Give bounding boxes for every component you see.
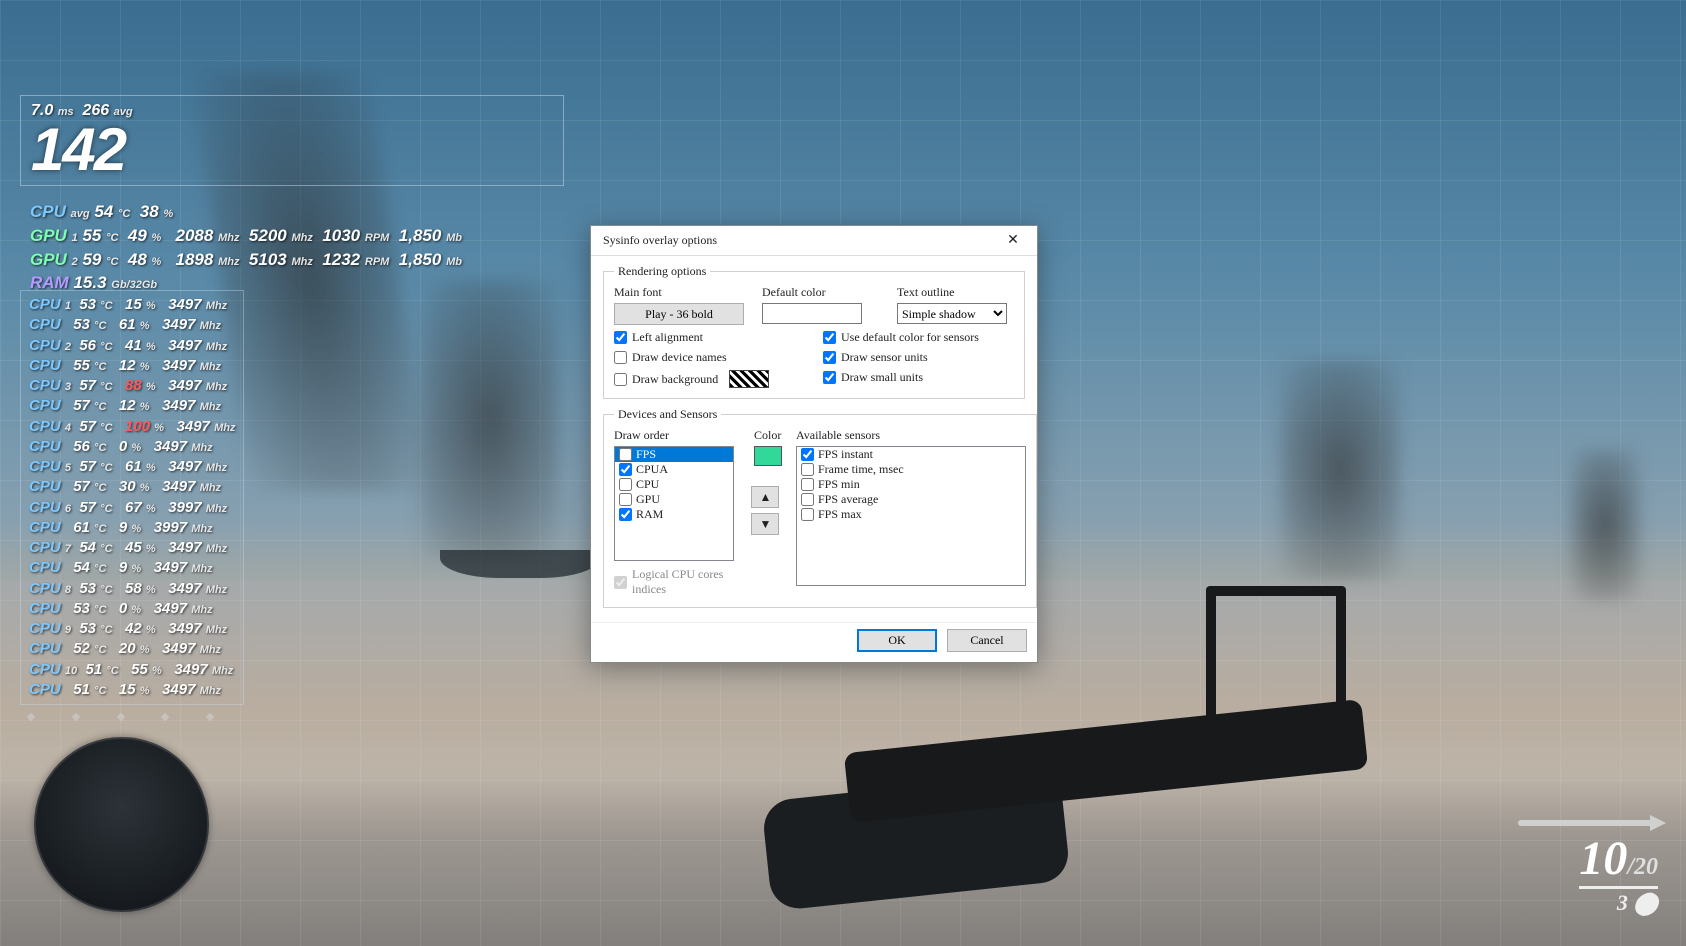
available-sensor-checkbox[interactable] bbox=[801, 478, 814, 491]
devices-legend: Devices and Sensors bbox=[614, 407, 721, 422]
draw-order-item-checkbox[interactable] bbox=[619, 493, 632, 506]
default-color-label: Default color bbox=[762, 285, 879, 300]
draw-order-item-checkbox[interactable] bbox=[619, 448, 632, 461]
draw-order-item[interactable]: GPU bbox=[615, 492, 733, 507]
available-sensor-checkbox[interactable] bbox=[801, 508, 814, 521]
compass-strip bbox=[28, 714, 213, 730]
move-down-button[interactable]: ▼ bbox=[751, 513, 779, 535]
rendering-legend: Rendering options bbox=[614, 264, 710, 279]
draw-sensor-units-label: Draw sensor units bbox=[841, 350, 928, 365]
cancel-button[interactable]: Cancel bbox=[947, 629, 1027, 652]
logical-cores-label: Logical CPU cores indices bbox=[632, 567, 739, 597]
available-sensor-label: Frame time, msec bbox=[818, 462, 904, 477]
text-outline-label: Text outline bbox=[897, 285, 1014, 300]
available-sensor-label: FPS average bbox=[818, 492, 878, 507]
draw-order-label: Draw order bbox=[614, 428, 739, 443]
ok-button[interactable]: OK bbox=[857, 629, 937, 652]
draw-order-item-checkbox[interactable] bbox=[619, 478, 632, 491]
draw-order-item-checkbox[interactable] bbox=[619, 508, 632, 521]
available-sensor-item[interactable]: FPS instant bbox=[797, 447, 1025, 462]
main-font-label: Main font bbox=[614, 285, 744, 300]
available-sensor-item[interactable]: FPS max bbox=[797, 507, 1025, 522]
available-sensor-checkbox[interactable] bbox=[801, 463, 814, 476]
left-alignment-checkbox[interactable] bbox=[614, 331, 627, 344]
available-sensors-listbox[interactable]: FPS instantFrame time, msecFPS minFPS av… bbox=[796, 446, 1026, 586]
fps-counter: 142 bbox=[31, 120, 133, 180]
use-default-color-checkbox[interactable] bbox=[823, 331, 836, 344]
color-label: Color bbox=[751, 428, 784, 443]
available-sensor-item[interactable]: FPS average bbox=[797, 492, 1025, 507]
draw-order-item-label: CPUA bbox=[636, 462, 668, 477]
osd-cpu-cores: CPU 1 53 °C 15 % 3497 MhzCPU 53 °C 61 % … bbox=[20, 290, 244, 705]
logical-cores-checkbox bbox=[614, 576, 627, 589]
available-sensor-checkbox[interactable] bbox=[801, 493, 814, 506]
dialog-title: Sysinfo overlay options bbox=[603, 233, 717, 248]
available-sensor-item[interactable]: Frame time, msec bbox=[797, 462, 1025, 477]
left-alignment-label: Left alignment bbox=[632, 330, 703, 345]
draw-order-item-checkbox[interactable] bbox=[619, 463, 632, 476]
melee-icon bbox=[1518, 820, 1658, 826]
draw-order-item-label: CPU bbox=[636, 477, 659, 492]
draw-order-item-label: GPU bbox=[636, 492, 660, 507]
draw-order-item[interactable]: CPUA bbox=[615, 462, 733, 477]
draw-order-item[interactable]: FPS bbox=[615, 447, 733, 462]
available-sensor-label: FPS min bbox=[818, 477, 860, 492]
draw-small-units-checkbox[interactable] bbox=[823, 371, 836, 384]
main-font-button[interactable]: Play - 36 bold bbox=[614, 303, 744, 325]
available-sensor-label: FPS max bbox=[818, 507, 862, 522]
available-sensor-label: FPS instant bbox=[818, 447, 873, 462]
draw-sensor-units-checkbox[interactable] bbox=[823, 351, 836, 364]
text-outline-select[interactable]: Simple shadow bbox=[897, 303, 1007, 324]
draw-background-label: Draw background bbox=[632, 372, 718, 387]
draw-order-item[interactable]: RAM bbox=[615, 507, 733, 522]
draw-order-item-label: FPS bbox=[636, 447, 656, 462]
available-sensor-item[interactable]: FPS min bbox=[797, 477, 1025, 492]
draw-order-item[interactable]: CPU bbox=[615, 477, 733, 492]
available-sensor-checkbox[interactable] bbox=[801, 448, 814, 461]
minimap bbox=[34, 737, 209, 912]
draw-order-item-label: RAM bbox=[636, 507, 663, 522]
draw-small-units-label: Draw small units bbox=[841, 370, 923, 385]
dialog-titlebar[interactable]: Sysinfo overlay options ✕ bbox=[591, 226, 1037, 256]
use-default-color-label: Use default color for sensors bbox=[841, 330, 979, 345]
rendering-options-group: Rendering options Main font Play - 36 bo… bbox=[603, 264, 1025, 399]
sysinfo-dialog: Sysinfo overlay options ✕ Rendering opti… bbox=[590, 225, 1038, 663]
devices-sensors-group: Devices and Sensors Draw order FPSCPUACP… bbox=[603, 407, 1037, 608]
draw-background-checkbox[interactable] bbox=[614, 373, 627, 386]
selected-color-swatch[interactable] bbox=[754, 446, 782, 466]
draw-device-names-label: Draw device names bbox=[632, 350, 727, 365]
default-color-swatch[interactable] bbox=[762, 303, 862, 324]
draw-order-listbox[interactable]: FPSCPUACPUGPURAM bbox=[614, 446, 734, 561]
move-up-button[interactable]: ▲ bbox=[751, 486, 779, 508]
available-sensors-label: Available sensors bbox=[796, 428, 1026, 443]
background-hatch[interactable] bbox=[729, 370, 769, 388]
ammo-hud: 10/20 3 ⬤ bbox=[1579, 835, 1658, 918]
close-button[interactable]: ✕ bbox=[993, 227, 1033, 255]
osd-fps-panel: 7.0 ms 266 avg 142 bbox=[20, 95, 564, 186]
draw-device-names-checkbox[interactable] bbox=[614, 351, 627, 364]
